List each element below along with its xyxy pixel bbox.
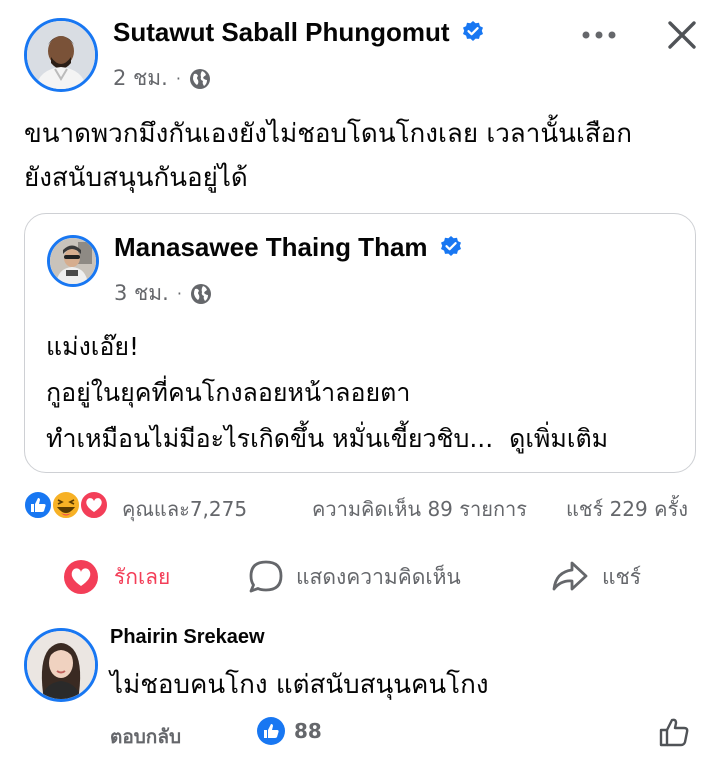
comments-count[interactable]: ความคิดเห็น 89 รายการ: [312, 493, 527, 525]
shared-post-time[interactable]: 3 ชม.: [114, 277, 169, 310]
like-reaction-icon: [257, 717, 285, 745]
commenter-avatar[interactable]: [24, 628, 98, 702]
love-action-icon: [64, 560, 98, 594]
shared-post-text: แม่งเอ๊ย! กูอยู่ในยุคที่คนโกงลอยหน้าลอยต…: [46, 324, 608, 462]
shared-post-text-line: กูอยู่ในยุคที่คนโกงลอยหน้าลอยตา: [46, 378, 411, 407]
shares-count[interactable]: แชร์ 229 ครั้ง: [566, 493, 688, 525]
author-name[interactable]: Sutawut Saball Phungomut: [113, 17, 485, 48]
love-action-button[interactable]: รักเลย: [62, 555, 212, 599]
reaction-icons[interactable]: [22, 489, 118, 521]
see-more-link[interactable]: ดูเพิ่มเติม: [509, 424, 608, 453]
globe-icon: [189, 68, 210, 89]
share-action-button[interactable]: แชร์: [550, 555, 660, 599]
shared-author-name[interactable]: Manasawee Thaing Tham: [114, 232, 463, 263]
author-name-text[interactable]: Sutawut Saball Phungomut: [113, 17, 450, 47]
post-text-line: ขนาดพวกมึงกันเองยังไม่ชอบโดนโกงเลย เวลาน…: [24, 119, 632, 149]
author-avatar-image: [27, 21, 95, 89]
commenter-name[interactable]: Phairin Srekaew: [110, 626, 265, 649]
post-text: ขนาดพวกมึงกันเองยังไม่ชอบโดนโกงเลย เวลาน…: [24, 112, 632, 200]
meta-separator: ·: [176, 284, 182, 303]
like-reaction-icon: [23, 490, 53, 520]
meta-separator: ·: [175, 69, 181, 88]
shared-post-text-line: ทำเหมือนไม่มีอะไรเกิดขึ้น หมั่นเขี้ยวชิบ…: [46, 416, 608, 462]
shared-post-text-line: แม่งเอ๊ย!: [46, 332, 140, 361]
love-reaction-icon: [79, 490, 109, 520]
shared-post-text-truncated: ทำเหมือนไม่มีอะไรเกิดขึ้น หมั่นเขี้ยวชิบ…: [46, 424, 494, 453]
love-action-label: รักเลย: [114, 564, 171, 589]
post-text-line: ยังสนับสนุนกันอยู่ได้: [24, 163, 248, 193]
reactions-count[interactable]: คุณและ7,275: [122, 493, 247, 525]
more-options-icon: [582, 31, 616, 39]
reply-button[interactable]: ตอบกลับ: [110, 722, 181, 752]
shared-author-avatar-image: [50, 238, 96, 284]
comment-icon: [249, 560, 283, 593]
more-options-button[interactable]: [580, 20, 620, 50]
haha-reaction-icon: [51, 490, 81, 520]
close-icon: [668, 21, 696, 49]
shared-author-name-text[interactable]: Manasawee Thaing Tham: [114, 232, 428, 262]
share-icon: [552, 561, 588, 591]
post-meta: 2 ชม. ·: [113, 62, 211, 95]
comment-action-button[interactable]: แสดงความคิดเห็น: [246, 555, 486, 599]
globe-icon: [190, 283, 211, 304]
author-avatar[interactable]: [24, 18, 98, 92]
verified-badge-icon: [440, 236, 461, 257]
verified-badge-icon: [462, 21, 483, 42]
shared-author-avatar[interactable]: [47, 235, 99, 287]
close-button[interactable]: [664, 17, 700, 53]
shared-post-meta: 3 ชม. ·: [114, 277, 212, 310]
comment-action-label: แสดงความคิดเห็น: [296, 564, 461, 589]
post-time[interactable]: 2 ชม.: [113, 62, 168, 95]
comment-like-count: 88: [294, 719, 322, 743]
thumbs-up-icon: [659, 718, 689, 747]
comment-text: ไม่ชอบคนโกง แต่สนับสนุนคนโกง: [110, 670, 489, 700]
comment-likes[interactable]: 88: [256, 716, 322, 746]
commenter-avatar-image: [27, 631, 95, 699]
comment-like-button[interactable]: [656, 714, 692, 750]
share-action-label: แชร์: [602, 564, 642, 589]
